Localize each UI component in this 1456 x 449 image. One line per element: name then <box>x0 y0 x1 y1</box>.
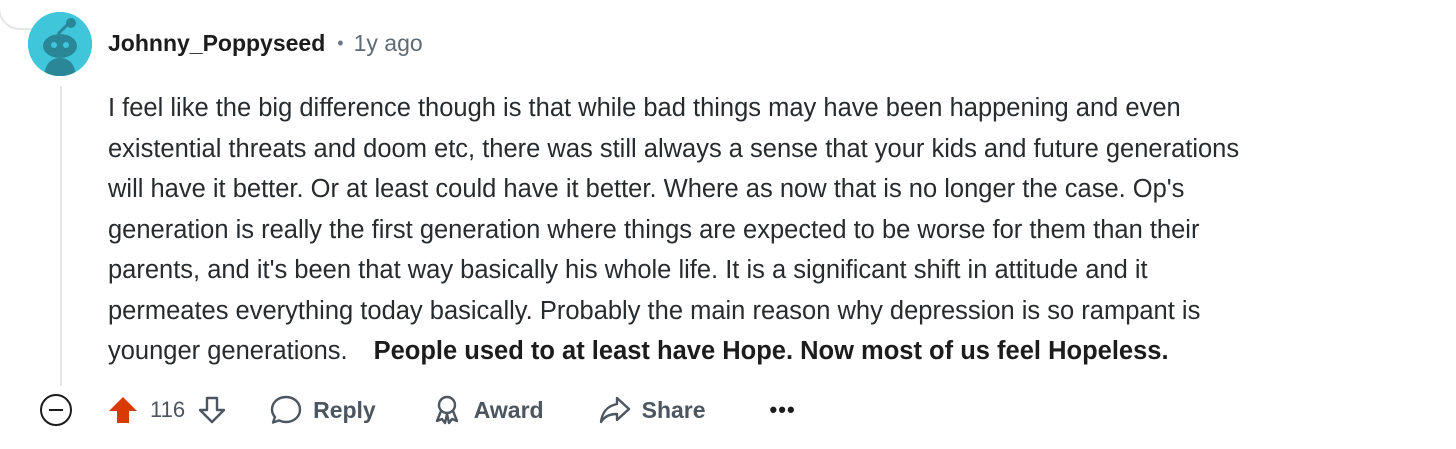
comment-line: existential threats and doom etc, there … <box>108 134 1240 163</box>
comment-header: Johnny_Poppyseed • 1y ago <box>108 26 423 60</box>
snoo-avatar-icon <box>28 12 92 76</box>
comment-line: parents, and it's been that way basicall… <box>108 256 1148 284</box>
vote-score: 116 <box>150 397 186 422</box>
comment-line: will have it better. Or at least could h… <box>108 175 1185 203</box>
award-label: Award <box>473 396 544 423</box>
downvote-icon[interactable] <box>195 393 229 427</box>
reply-label: Reply <box>313 396 376 423</box>
share-label: Share <box>641 396 706 423</box>
more-options-button[interactable]: ••• <box>760 397 796 423</box>
meta-separator: • <box>337 32 344 53</box>
upvote-icon[interactable] <box>106 393 140 427</box>
comment-line: I feel like the big difference though is… <box>108 94 1181 122</box>
comment-body: I feel like the big difference though is… <box>108 88 1428 372</box>
comment-bold-text: People used to at least have Hope. Now m… <box>373 337 1169 365</box>
comment-action-bar: 116 Reply Award Share ••• <box>40 388 796 432</box>
award-button[interactable]: Award <box>430 393 544 427</box>
timestamp[interactable]: 1y ago <box>354 30 423 57</box>
collapse-icon[interactable] <box>40 394 72 426</box>
reply-button[interactable]: Reply <box>269 393 376 427</box>
award-icon <box>435 395 458 425</box>
author-name[interactable]: Johnny_Poppyseed <box>108 30 325 57</box>
share-button[interactable]: Share <box>598 393 706 427</box>
reply-icon <box>270 395 302 424</box>
share-icon <box>599 396 630 424</box>
comment-line: generation is really the first generatio… <box>108 215 1200 244</box>
comment-line: younger generations. <box>108 337 348 365</box>
comment-line: permeates everything today basically. Pr… <box>108 296 1201 325</box>
avatar[interactable] <box>28 12 92 76</box>
more-icon: ••• <box>769 397 796 422</box>
thread-line[interactable] <box>60 86 62 386</box>
